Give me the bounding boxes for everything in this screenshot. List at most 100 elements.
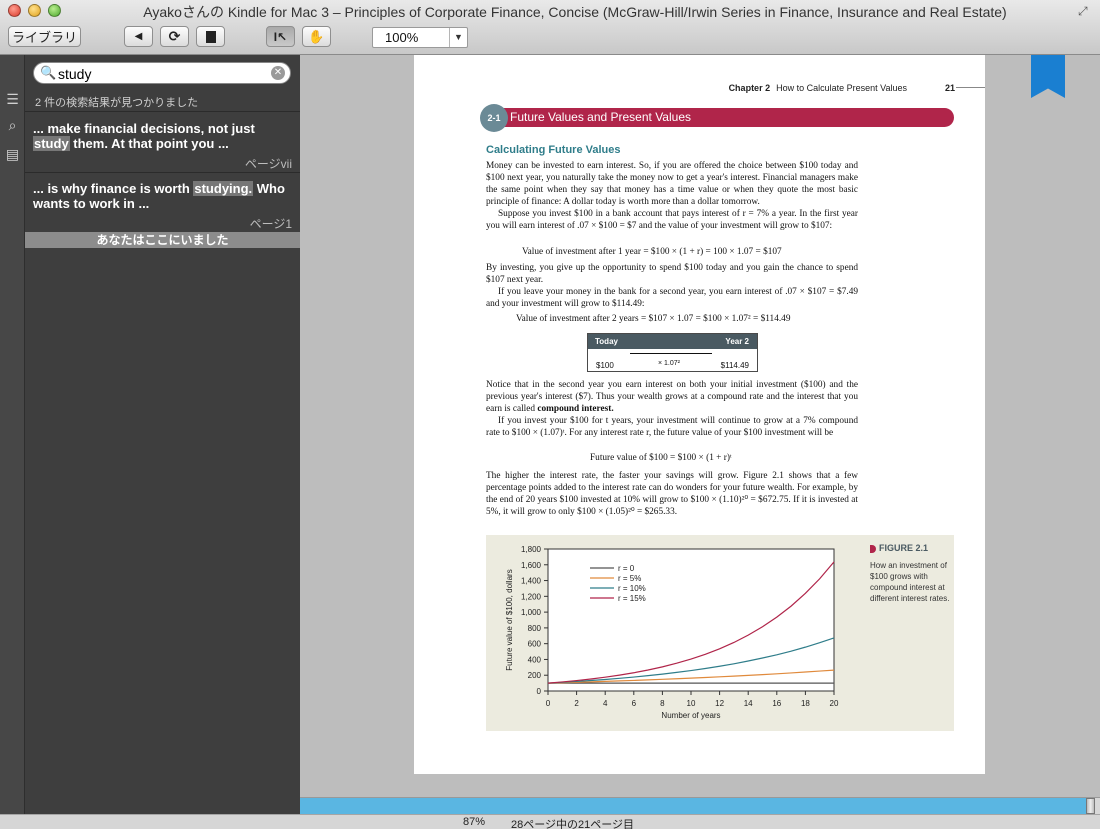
- figure-caption: How an investment of $100 grows with com…: [870, 561, 950, 603]
- search-result-1[interactable]: ... make financial decisions, not just s…: [25, 121, 300, 173]
- timeline-arrow: [630, 353, 712, 354]
- y-tick-label: 1,400: [521, 577, 542, 586]
- reading-progress-slider[interactable]: [300, 797, 1100, 814]
- legend-label: r = 10%: [618, 584, 646, 593]
- x-tick-label: 20: [830, 699, 839, 708]
- x-tick-label: 12: [715, 699, 724, 708]
- minimize-window-button[interactable]: [28, 4, 41, 17]
- search-panel: 🔍 ✕ 2 件の検索結果が見つかりました ... make financial …: [25, 55, 300, 817]
- y-tick-label: 1,800: [521, 545, 542, 554]
- plot-area: [547, 548, 835, 692]
- y-tick-label: 800: [528, 624, 542, 633]
- y-tick-label: 400: [528, 655, 542, 664]
- search-icon: 🔍: [40, 65, 57, 80]
- paragraph: Suppose you invest $100 in a bank accoun…: [486, 209, 858, 231]
- chevron-down-icon[interactable]: ▼: [449, 28, 467, 47]
- bookmark-icon: [205, 30, 216, 43]
- line-chart: 0 200 400 600 800 1,000 1,200 1,400 1,600 1,800 0 2…: [505, 545, 839, 720]
- y-tick-label: 200: [528, 671, 542, 680]
- search-field[interactable]: 🔍 ✕: [33, 62, 291, 84]
- section-number: 2-1: [480, 104, 508, 132]
- search-tab-icon[interactable]: ⌕: [4, 117, 21, 134]
- progress-percent: 87%: [463, 816, 486, 828]
- x-tick-label: 16: [772, 699, 781, 708]
- progress-fill: [300, 798, 1086, 814]
- window-title: Ayakoさんの Kindle for Mac 3 – Principles o…: [143, 4, 1007, 20]
- page-number: 21: [944, 83, 955, 93]
- x-tick-label: 18: [801, 699, 810, 708]
- zoom-window-button[interactable]: [48, 4, 61, 17]
- timeline-header: Today Year 2: [588, 334, 757, 349]
- page-location: 28ページ中の21ページ目: [511, 819, 635, 829]
- left-rail: ☰ ⌕ ▤: [0, 55, 25, 817]
- search-input[interactable]: [58, 65, 258, 82]
- clear-search-icon[interactable]: ✕: [271, 66, 285, 80]
- library-button[interactable]: ライブラリ: [8, 26, 81, 47]
- paragraph: The higher the interest rate, the faster…: [486, 471, 858, 517]
- bookmark-button[interactable]: [196, 26, 225, 47]
- hand-icon: ✋: [308, 28, 325, 44]
- book-page[interactable]: Chapter 2 How to Calculate Present Values…: [414, 55, 985, 774]
- y-tick-label: 600: [528, 640, 542, 649]
- timeline-row: $100 × 1.07² $114.49: [588, 349, 757, 373]
- y-axis-label: Future value of $100, dollars: [505, 569, 514, 670]
- y-tick-label: 0: [537, 687, 542, 696]
- reading-pane[interactable]: Chapter 2 How to Calculate Present Values…: [300, 55, 1100, 797]
- equation: Value of investment after 2 years = $107…: [516, 314, 791, 324]
- zoom-select[interactable]: 100% ▼: [372, 27, 468, 48]
- zoom-value: 100%: [385, 30, 419, 45]
- paragraph: If you invest your $100 for t years, you…: [486, 416, 858, 438]
- x-axis-label: Number of years: [661, 711, 720, 720]
- timeline-box: Today Year 2 $100 × 1.07² $114.49: [587, 333, 758, 372]
- y-tick-label: 1,600: [521, 561, 542, 570]
- progress-thumb[interactable]: [1086, 798, 1095, 814]
- result-snippet: ... is why finance is worth studying. Wh…: [33, 181, 285, 211]
- figure-marker-icon: [870, 544, 876, 553]
- y-tick-label: 1,000: [521, 608, 542, 617]
- x-tick-label: 4: [603, 699, 608, 708]
- hand-tool-button[interactable]: ✋: [302, 26, 331, 47]
- fullscreen-icon[interactable]: ⤢: [1078, 4, 1092, 18]
- you-were-here-marker[interactable]: あなたはここにいました: [25, 232, 300, 248]
- result-page: ページvii: [244, 157, 292, 171]
- sync-button[interactable]: ⟳: [160, 26, 189, 47]
- close-window-button[interactable]: [8, 4, 21, 17]
- result-match: studying.: [193, 181, 254, 196]
- x-tick-label: 2: [574, 699, 579, 708]
- equation: Future value of $100 = $100 × (1 + r)ᵗ: [590, 453, 732, 463]
- legend-label: r = 15%: [618, 594, 646, 603]
- result-match: study: [33, 136, 70, 151]
- divider: [25, 172, 300, 173]
- x-tick-label: 6: [632, 699, 637, 708]
- x-tick-label: 0: [546, 699, 551, 708]
- window-titlebar: Ayakoさんの Kindle for Mac 3 – Principles o…: [0, 0, 1100, 55]
- paragraph: Money can be invested to earn interest. …: [486, 161, 858, 207]
- running-head: Chapter 2 How to Calculate Present Values…: [728, 83, 955, 93]
- notes-icon[interactable]: ▤: [4, 146, 21, 163]
- bookmark-ribbon-icon[interactable]: [1031, 55, 1065, 98]
- table-of-contents-icon[interactable]: ☰: [4, 91, 21, 108]
- x-tick-label: 10: [687, 699, 696, 708]
- figure-label: FIGURE 2.1: [870, 543, 928, 553]
- equation: Value of investment after 1 year = $100 …: [522, 247, 782, 257]
- result-page: ページ1: [249, 217, 292, 231]
- figure-panel: 0 200 400 600 800 1,000 1,200 1,400 1,600 1,800 0 2…: [486, 535, 954, 731]
- paragraph: By investing, you give up the opportunit…: [486, 263, 858, 285]
- text-select-icon: I↖: [273, 29, 288, 44]
- paragraph: Notice that in the second year you earn …: [486, 380, 858, 414]
- section-title: Future Values and Present Values: [510, 110, 691, 124]
- back-arrow-icon: ◀: [134, 31, 143, 42]
- search-result-2[interactable]: ... is why finance is worth studying. Wh…: [25, 181, 300, 233]
- divider: [25, 111, 300, 112]
- subhead: Calculating Future Values: [486, 144, 621, 156]
- paragraph: If you leave your money in the bank for …: [486, 287, 858, 309]
- back-button[interactable]: ◀: [124, 26, 153, 47]
- status-bar: 87% 28ページ中の21ページ目: [0, 814, 1100, 829]
- legend-label: r = 0: [618, 564, 635, 573]
- search-result-count: 2 件の検索結果が見つかりました: [35, 97, 199, 109]
- x-tick-label: 14: [744, 699, 753, 708]
- result-snippet: ... make financial decisions, not just s…: [33, 121, 255, 151]
- select-tool-button[interactable]: I↖: [266, 26, 295, 47]
- x-tick-label: 8: [660, 699, 665, 708]
- sync-icon: ⟳: [168, 28, 181, 44]
